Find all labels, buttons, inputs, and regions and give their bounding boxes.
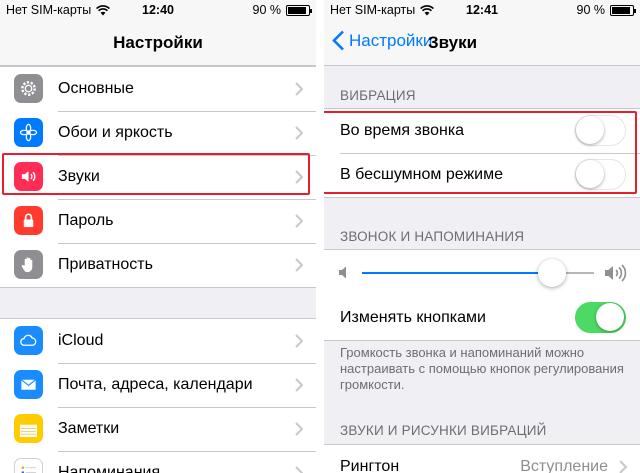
chevron-right-icon <box>295 466 303 473</box>
ringtone-row[interactable]: Рингтон Вступление <box>324 445 640 473</box>
toggle-knob <box>576 160 604 188</box>
top-bar: Нет SIM-карты 12:41 90 % Настройки Звуки <box>324 0 640 66</box>
chevron-right-icon <box>295 82 303 96</box>
back-button-label: Настройки <box>349 30 433 50</box>
chevron-left-icon <box>332 30 344 51</box>
chevron-right-icon <box>295 170 303 184</box>
change-with-buttons-row: Изменять кнопками <box>324 296 640 340</box>
settings-item-label: Заметки <box>58 420 120 437</box>
chevron-right-icon <box>295 258 303 272</box>
page-title: Настройки <box>113 33 203 52</box>
sounds-screen: Нет SIM-карты 12:41 90 % Настройки Звуки… <box>324 0 640 473</box>
change-with-buttons-label: Изменять кнопками <box>340 309 486 326</box>
gear-icon <box>21 81 36 96</box>
page-title: Звуки <box>428 33 478 52</box>
battery-icon <box>610 4 636 16</box>
settings-item-label: Пароль <box>58 212 114 229</box>
settings-item-wallpaper[interactable]: Обои и яркость <box>0 111 316 155</box>
chevron-right-icon <box>619 460 627 473</box>
settings-item-label: Основные <box>58 80 134 97</box>
settings-item-privacy[interactable]: Приватность <box>0 243 316 287</box>
settings-group-1: Основные Обои и яркость Звуки Пароль При… <box>0 66 316 288</box>
chevron-right-icon <box>295 126 303 140</box>
toggle-knob <box>596 303 624 331</box>
speaker-icon <box>21 171 36 182</box>
battery-icon <box>286 4 312 16</box>
settings-item-general[interactable]: Основные <box>0 67 316 111</box>
settings-item-label: Приватность <box>58 256 153 273</box>
vibration-group: Во время звонка В бесшумном режиме <box>324 108 640 198</box>
vibrate-on-ring-label: Во время звонка <box>340 122 465 139</box>
volume-slider-thumb[interactable] <box>538 259 567 287</box>
settings-item-sounds[interactable]: Звуки <box>0 155 316 199</box>
patterns-section-header: ЗВУКИ И РИСУНКИ ВИБРАЦИЙ <box>340 423 547 438</box>
settings-item-label: Почта, адреса, календари <box>58 376 253 393</box>
lock-icon <box>23 213 34 228</box>
vibrate-on-silent-row: В бесшумном режиме <box>324 153 640 197</box>
volume-slider[interactable] <box>362 259 594 287</box>
ringer-group: Изменять кнопками <box>324 249 640 341</box>
flower-icon <box>19 123 38 142</box>
ringtone-value: Вступление <box>520 458 608 473</box>
hand-icon <box>21 257 33 273</box>
battery-fill <box>288 6 306 14</box>
settings-item-mail[interactable]: Почта, адреса, календари <box>0 363 316 407</box>
volume-slider-fill <box>362 272 553 274</box>
status-bar: Нет SIM-карты 12:41 90 % <box>324 0 640 20</box>
settings-item-label: iCloud <box>58 332 104 349</box>
chevron-right-icon <box>295 378 303 392</box>
volume-footnote: Громкость звонка и напоминаний можно нас… <box>340 345 624 392</box>
toggle-knob <box>576 116 604 144</box>
battery-percent: 90 % <box>576 3 606 17</box>
screen-divider <box>316 0 324 473</box>
speaker-high-icon <box>605 264 627 282</box>
vibrate-on-silent-toggle[interactable] <box>575 159 626 190</box>
ringtone-label: Рингтон <box>340 458 400 473</box>
chevron-right-icon <box>295 422 303 436</box>
top-bar: Нет SIM-карты 12:40 90 % Настройки <box>0 0 316 66</box>
vibration-section-header: ВИБРАЦИЯ <box>340 88 416 103</box>
settings-screen: Нет SIM-карты 12:40 90 % Настройки Основ… <box>0 0 316 473</box>
settings-item-icloud[interactable]: iCloud <box>0 319 316 363</box>
settings-item-passcode[interactable]: Пароль <box>0 199 316 243</box>
settings-group-2: iCloud Почта, адреса, календари Заметки … <box>0 318 316 473</box>
mail-icon <box>21 379 36 390</box>
chevron-right-icon <box>295 334 303 348</box>
settings-item-label: Обои и яркость <box>58 124 173 141</box>
settings-item-notes[interactable]: Заметки <box>0 407 316 451</box>
settings-item-label: Звуки <box>58 168 100 185</box>
battery-percent: 90 % <box>252 3 282 17</box>
battery-fill <box>612 6 630 14</box>
vibrate-on-ring-toggle[interactable] <box>575 115 626 146</box>
notes-icon <box>19 424 38 438</box>
settings-item-reminders[interactable]: Напоминания <box>0 451 316 473</box>
vibrate-on-ring-row: Во время звонка <box>324 109 640 153</box>
ringer-section-header: ЗВОНОК И НАПОМИНАНИЯ <box>340 229 525 244</box>
settings-item-label: Напоминания <box>58 464 161 473</box>
chevron-right-icon <box>295 214 303 228</box>
vibrate-on-silent-label: В бесшумном режиме <box>340 166 503 183</box>
back-button[interactable]: Настройки <box>332 30 432 51</box>
change-with-buttons-toggle[interactable] <box>575 302 626 333</box>
list-icon <box>21 466 37 473</box>
patterns-group: Рингтон Вступление <box>324 444 640 473</box>
cloud-icon <box>20 334 37 346</box>
status-bar: Нет SIM-карты 12:40 90 % <box>0 0 316 20</box>
speaker-low-icon <box>339 266 346 279</box>
volume-slider-row <box>324 250 640 296</box>
